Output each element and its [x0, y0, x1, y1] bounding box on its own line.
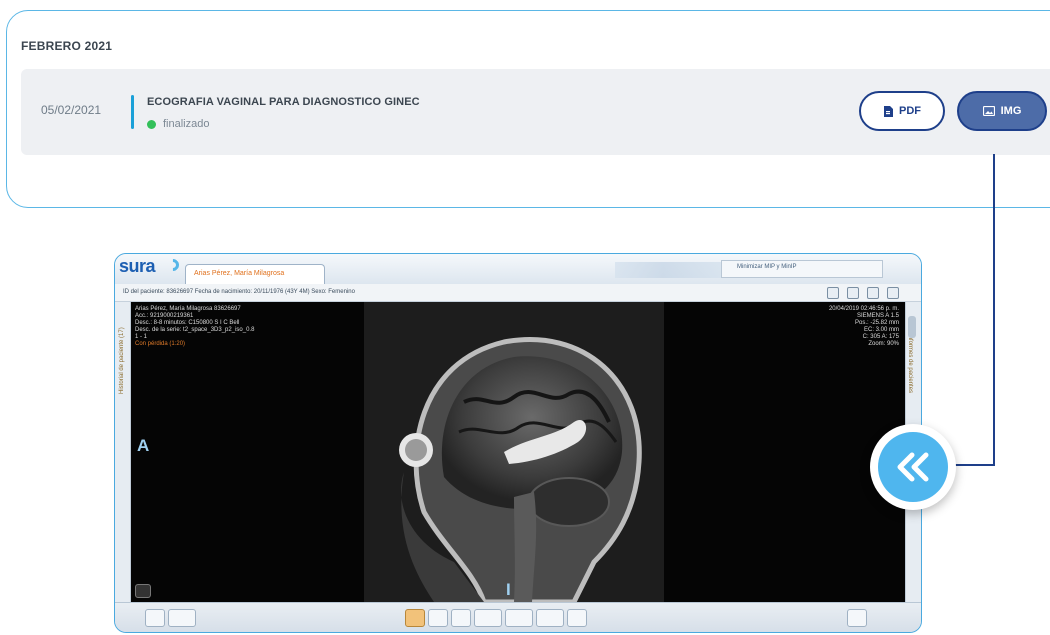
- img-button-label: IMG: [1000, 105, 1022, 117]
- month-header: FEBRERO 2021: [21, 39, 113, 53]
- window-level-tool-icon[interactable]: [474, 609, 502, 627]
- orientation-marker-inferior: I: [506, 580, 511, 599]
- connector-line: [993, 154, 995, 466]
- orientation-marker-anterior: A: [137, 436, 150, 455]
- exam-status: finalizado: [147, 118, 209, 130]
- overlay-left-line: Arias Pérez, María Milagrosa 83626697: [135, 306, 241, 312]
- scrollbar-thumb[interactable]: [908, 316, 916, 338]
- patient-reports-label: Informes de pacientes: [907, 334, 913, 394]
- mri-head-sagittal-image: [364, 302, 664, 605]
- play-icon[interactable]: [847, 609, 867, 627]
- collapse-button[interactable]: [870, 424, 956, 510]
- fullscreen-icon[interactable]: [847, 286, 859, 299]
- dicom-overlay-left: Arias Pérez, María Milagrosa 83626697 Ac…: [135, 306, 254, 348]
- connector-line: [950, 464, 995, 466]
- overlay-right-line: 20/04/2019 02:46:56 p. m.: [828, 306, 899, 312]
- overlay-right-line: EC: 3.00 mm: [863, 327, 899, 333]
- zoom-tool-icon[interactable]: [428, 609, 448, 627]
- series-nav-icon[interactable]: [168, 609, 196, 627]
- info-bar-icons: [827, 285, 913, 300]
- rotate-tool-icon[interactable]: [536, 609, 564, 627]
- exam-title: ECOGRAFIA VAGINAL PARA DIAGNOSTICO GINEC: [147, 96, 420, 108]
- pointer-tool-icon[interactable]: [405, 609, 425, 627]
- series-list-icon[interactable]: [145, 609, 165, 627]
- pan-tool-icon[interactable]: [451, 609, 471, 627]
- cine-tools: [847, 609, 867, 627]
- patient-history-label: Historial de paciente (17): [119, 327, 125, 394]
- collapse-badge: [878, 432, 948, 502]
- status-text: finalizado: [163, 118, 210, 130]
- print-icon[interactable]: [887, 286, 899, 299]
- overlay-right-line: C: 305 A: 175: [862, 334, 899, 340]
- exam-history-card: FEBRERO 2021 05/02/2021 ECOGRAFIA VAGINA…: [6, 10, 1050, 208]
- pdf-file-icon: [884, 105, 893, 117]
- save-icon[interactable]: [867, 286, 879, 299]
- status-dot-icon: [147, 119, 156, 129]
- overlay-left-line: Acc.: 9219000219361: [135, 313, 194, 319]
- reset-tool-icon[interactable]: [567, 609, 587, 627]
- viewport-menu-button[interactable]: [135, 584, 151, 598]
- series-nav-tools: [145, 609, 196, 627]
- measure-tool-icon[interactable]: [505, 609, 533, 627]
- image-tools: [405, 609, 587, 627]
- pdf-button[interactable]: PDF: [859, 91, 945, 131]
- img-button[interactable]: IMG: [957, 91, 1047, 131]
- image-viewport[interactable]: Arias Pérez, María Milagrosa 83626697 Ac…: [131, 302, 905, 605]
- dicom-viewer-window: sura Arias Pérez, María Milagrosa Minimi…: [114, 253, 922, 633]
- image-icon: [982, 106, 995, 116]
- patient-info-text: ID del paciente: 83626697 Fecha de nacim…: [123, 289, 355, 295]
- overlay-left-line: Desc.: 8-8 minutos: C150800 S I C Bell: [135, 320, 240, 326]
- dicom-overlay-right: 20/04/2019 02:46:56 p. m. SIEMENS A 1.5 …: [829, 306, 899, 348]
- mip-toggle-label: Minimizar MIP y MinIP: [737, 264, 797, 270]
- lossy-compression-warning: Con pérdida (1:20): [135, 341, 186, 347]
- exam-divider: [131, 95, 134, 129]
- overlay-left-line: 1 - 1: [135, 334, 148, 340]
- layout-icon[interactable]: [827, 286, 839, 299]
- overlay-left-line: Desc. de la serie: t2_space_3D3_p2_iso_0…: [135, 327, 255, 333]
- exam-row: 05/02/2021 ECOGRAFIA VAGINAL PARA DIAGNO…: [21, 69, 1050, 155]
- patient-tab[interactable]: Arias Pérez, María Milagrosa: [185, 264, 325, 284]
- exam-date: 05/02/2021: [41, 103, 102, 117]
- mri-scan-image: [364, 302, 664, 605]
- overlay-right-line: Zoom: 90%: [868, 341, 899, 347]
- overlay-right-line: SIEMENS A 1.5: [856, 313, 899, 319]
- overlay-right-line: Pos.: -25.82 mm: [854, 320, 899, 326]
- double-chevron-left-icon: [897, 452, 929, 482]
- toolbar-decoration: [615, 262, 735, 278]
- pdf-button-label: PDF: [899, 105, 921, 117]
- brand-logo: sura: [119, 256, 156, 276]
